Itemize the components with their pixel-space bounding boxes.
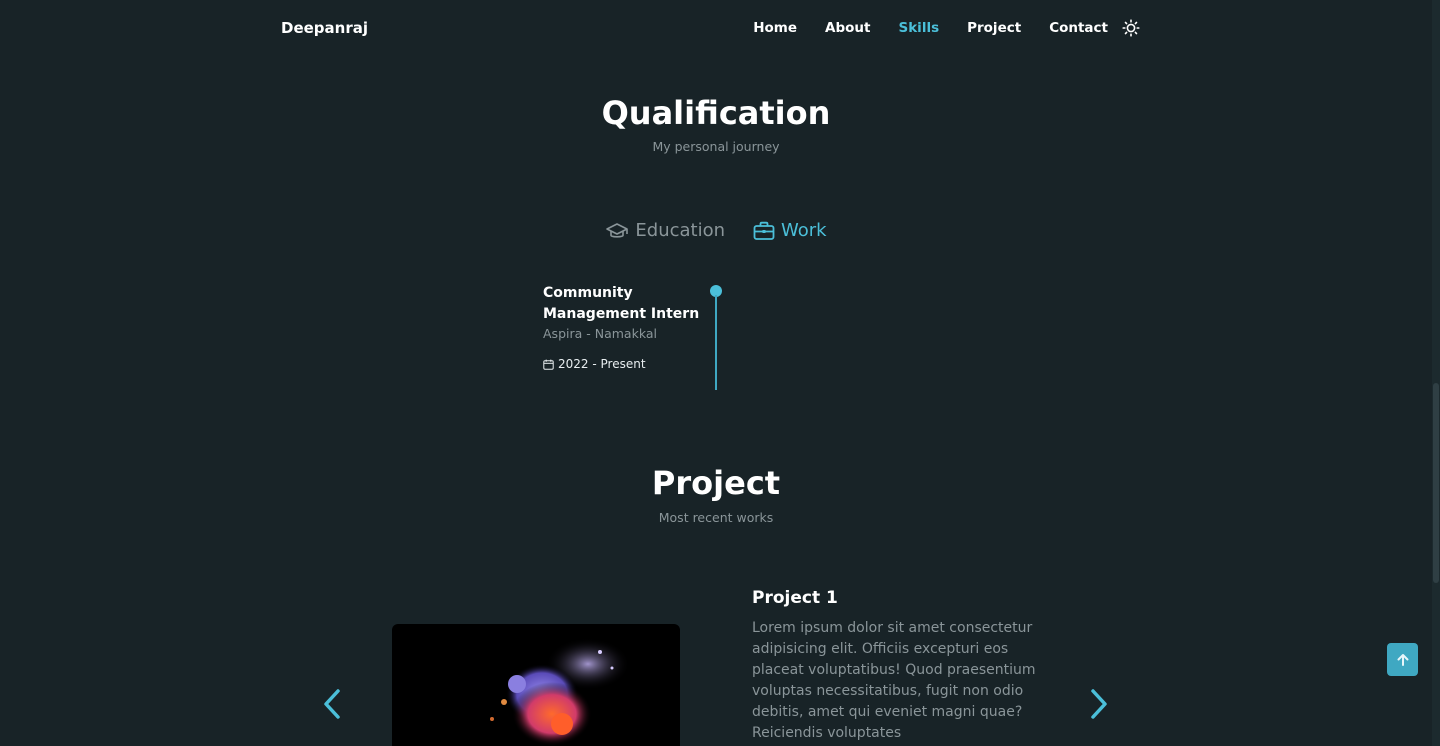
arrow-up-icon — [1396, 653, 1410, 667]
brand-logo[interactable]: Deepanraj — [281, 19, 368, 37]
tab-education-label: Education — [635, 220, 726, 241]
project-subtitle: Most recent works — [658, 510, 774, 525]
project-image — [392, 624, 680, 746]
tab-education[interactable]: Education — [605, 220, 725, 241]
project-title: Project — [651, 464, 781, 502]
main-nav: Home About Skills Project Contact — [753, 19, 1140, 37]
chevron-right-icon[interactable] — [1082, 684, 1116, 724]
briefcase-icon — [753, 221, 775, 241]
qualification-entry-subtitle: Aspira - Namakkal — [543, 326, 657, 341]
nav-home[interactable]: Home — [753, 20, 797, 36]
scrollbar-track[interactable] — [1432, 0, 1440, 746]
graduation-cap-icon — [605, 221, 629, 241]
scroll-up-button[interactable] — [1387, 643, 1418, 676]
qualification-tabs: Education Work — [0, 220, 1432, 241]
timeline-line — [715, 295, 717, 390]
calendar-icon — [543, 359, 554, 370]
scrollbar-thumb[interactable] — [1433, 383, 1439, 583]
nav-project[interactable]: Project — [967, 20, 1021, 36]
project-item-description: Lorem ipsum dolor sit amet consectetur a… — [752, 620, 1036, 741]
page: Deepanraj Home About Skills Project Cont… — [0, 0, 1440, 746]
qualification-subtitle: My personal journey — [652, 139, 780, 154]
header: Deepanraj Home About Skills Project Cont… — [0, 0, 1430, 58]
tab-work-label: Work — [781, 220, 827, 241]
tab-work[interactable]: Work — [753, 220, 827, 241]
qualification-title: Qualification — [601, 94, 831, 132]
sun-icon[interactable] — [1122, 19, 1140, 37]
nav-contact[interactable]: Contact — [1049, 20, 1108, 36]
nav-skills[interactable]: Skills — [898, 20, 939, 36]
nav-about[interactable]: About — [825, 20, 870, 36]
qualification-entry-title: Community Management Intern — [543, 285, 700, 322]
chevron-left-icon[interactable] — [315, 684, 349, 724]
project-item-title: Project 1 — [752, 588, 838, 608]
qualification-entry-date-label: 2022 - Present — [558, 357, 646, 371]
qualification-entry-date: 2022 - Present — [543, 357, 646, 371]
